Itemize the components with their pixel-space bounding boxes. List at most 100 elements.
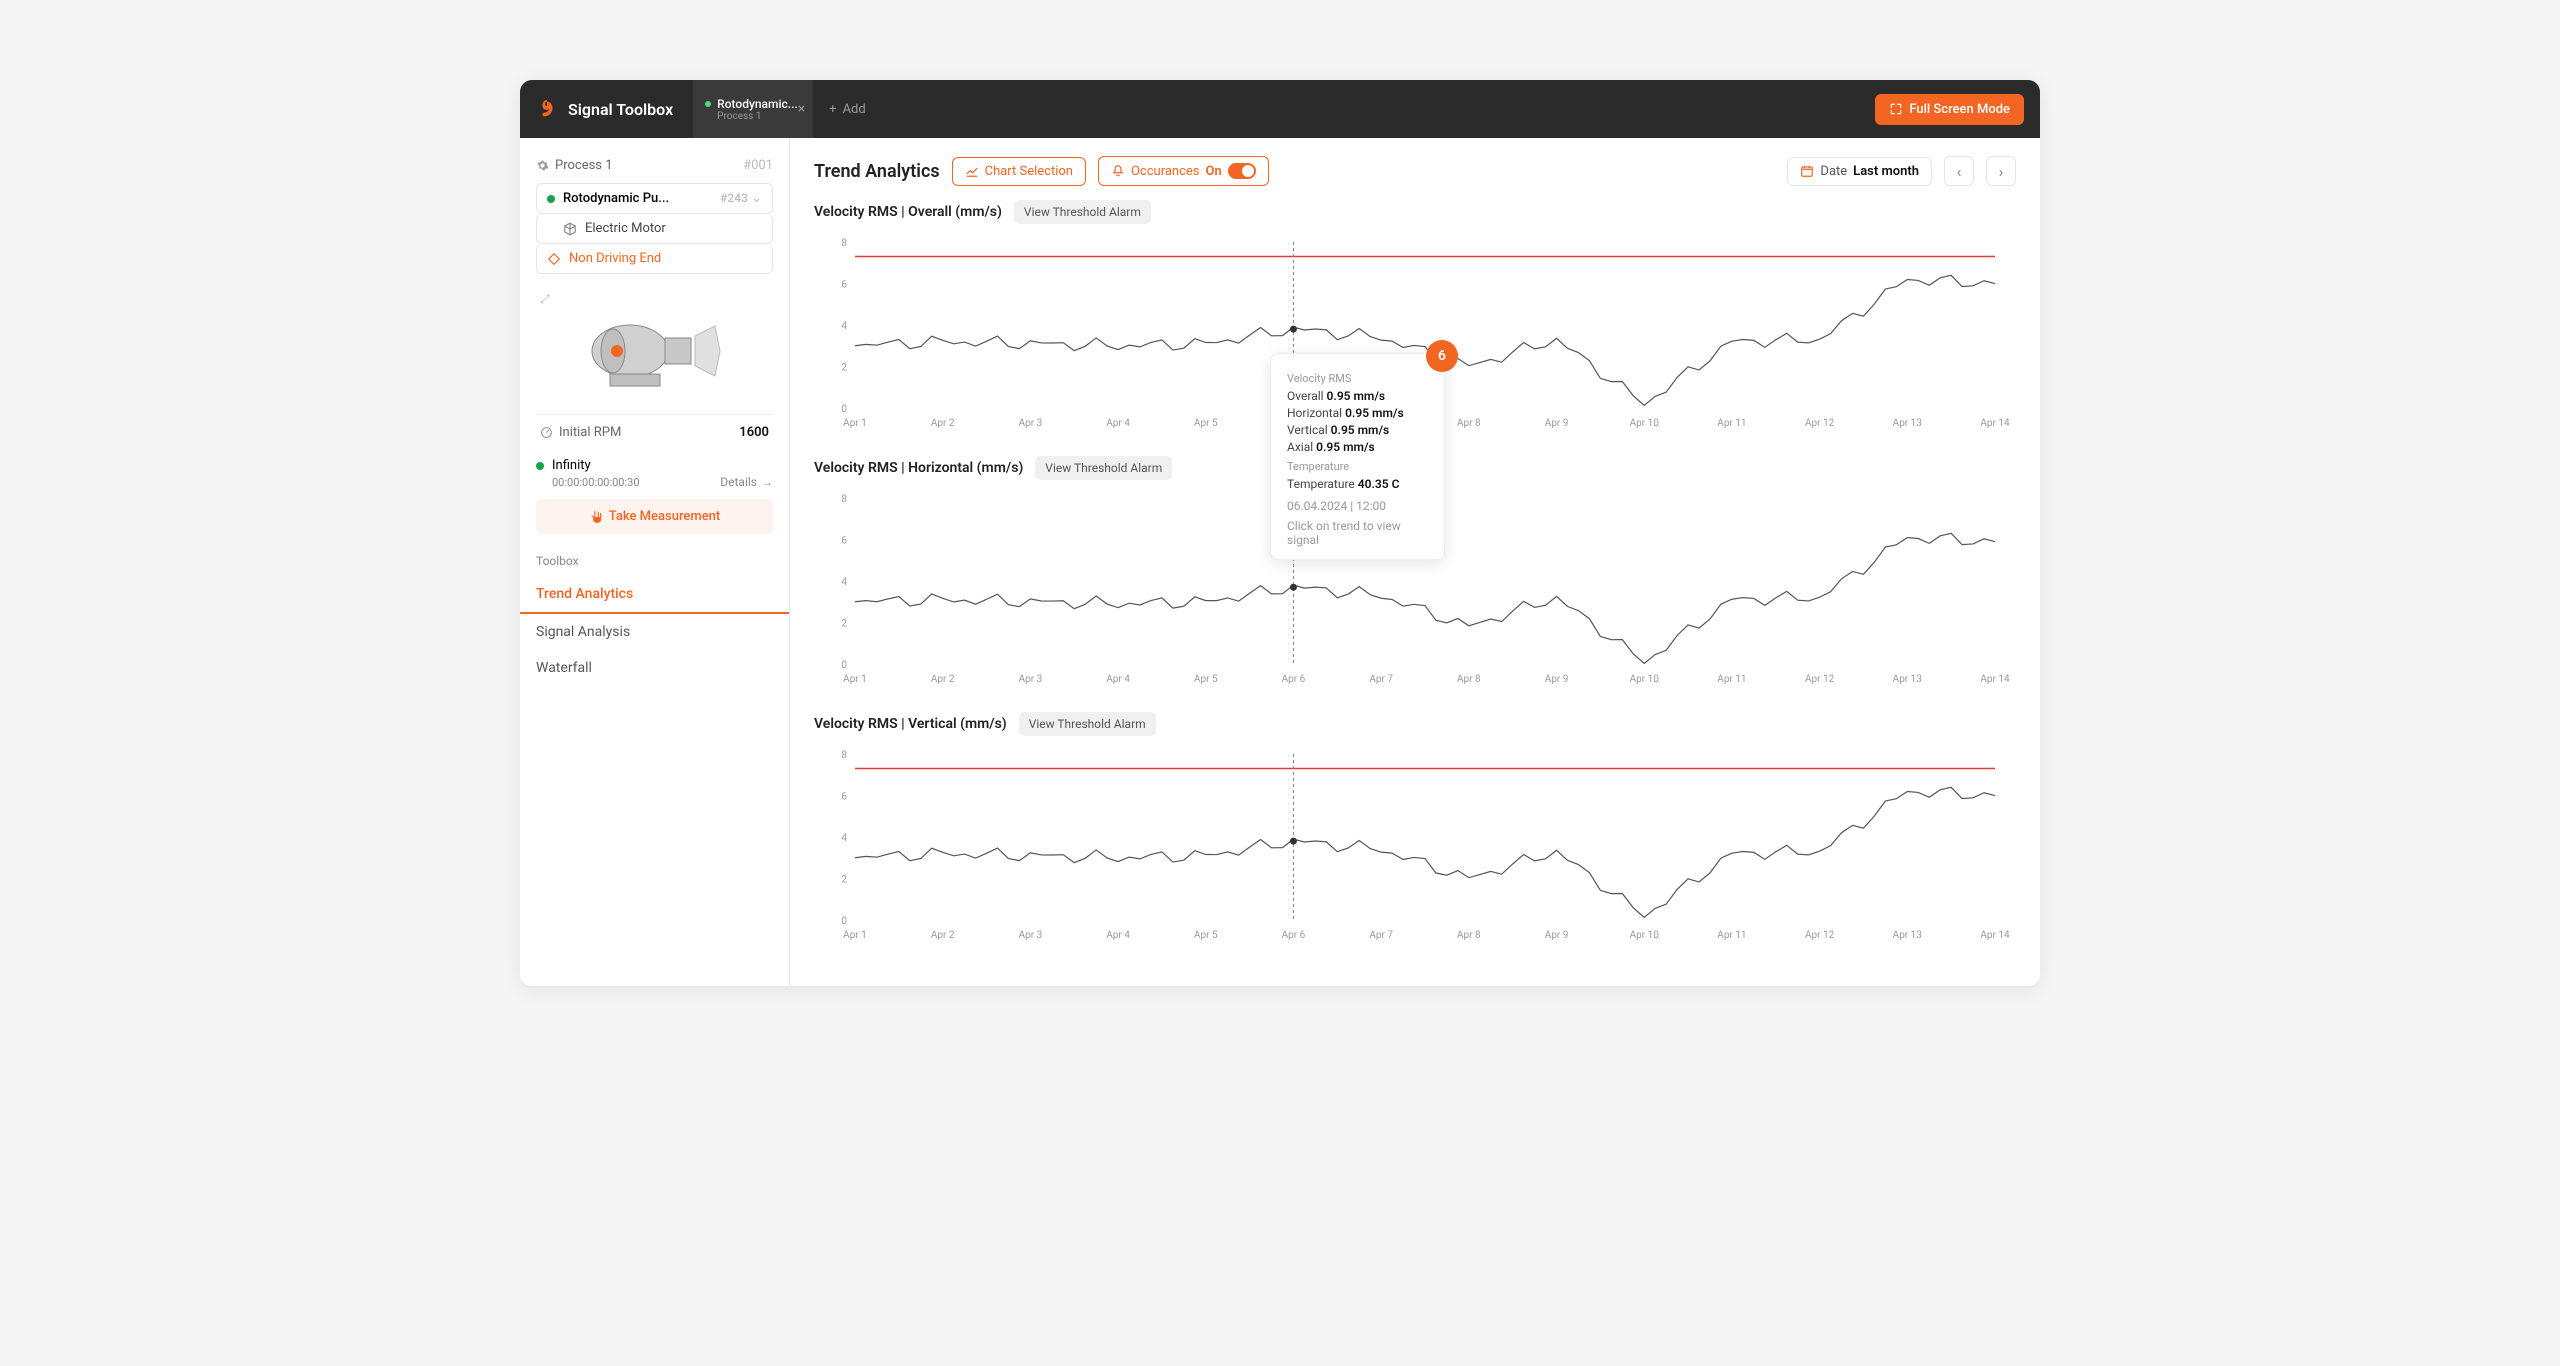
hand-icon [589,510,603,524]
status-dot-icon [705,101,711,107]
svg-text:Apr 5: Apr 5 [1194,674,1218,685]
tooltip-section-label: Velocity RMS [1287,372,1428,385]
fullscreen-label: Full Screen Mode [1909,102,2010,117]
calendar-icon [1800,164,1814,178]
process-id: #001 [743,158,773,173]
svg-text:Apr 7: Apr 7 [1369,930,1393,941]
tab-active[interactable]: Rotodynamic... Process 1 × [693,80,813,138]
page-title: Trend Analytics [814,161,940,182]
chart-selection-button[interactable]: Chart Selection [952,157,1086,186]
svg-text:Apr 3: Apr 3 [1019,930,1043,941]
svg-text:6: 6 [841,792,847,803]
chart-title: Velocity RMS | Vertical (mm/s) [814,716,1007,732]
chart-vertical: Velocity RMS | Vertical (mm/s) View Thre… [814,712,2016,948]
tree-root-id: #243 [720,191,748,205]
svg-text:Apr 9: Apr 9 [1545,674,1569,685]
svg-text:Apr 5: Apr 5 [1194,418,1218,429]
process-header: Process 1 #001 [536,154,773,183]
tree-child-nde[interactable]: Non Driving End [536,244,773,274]
svg-text:Apr 13: Apr 13 [1893,930,1922,941]
date-value: Last month [1853,164,1919,179]
fullscreen-button[interactable]: Full Screen Mode [1875,94,2024,125]
plus-icon: + [829,102,836,117]
view-threshold-button[interactable]: View Threshold Alarm [1019,712,1156,736]
date-prev-button[interactable]: ‹ [1944,156,1974,186]
svg-text:Apr 8: Apr 8 [1457,674,1481,685]
expand-icon[interactable]: ⤢ [540,292,550,307]
svg-text:Apr 4: Apr 4 [1106,930,1130,941]
gear-icon [536,159,549,172]
fullscreen-icon [1889,102,1903,116]
svg-text:Apr 14: Apr 14 [1980,418,2010,429]
app-window: Signal Toolbox Rotodynamic... Process 1 … [520,80,2040,986]
svg-text:Apr 11: Apr 11 [1717,418,1746,429]
svg-text:Apr 9: Apr 9 [1545,930,1569,941]
occurances-toggle[interactable]: Occurances On [1098,156,1269,186]
rpm-label: Initial RPM [559,425,621,440]
svg-text:Apr 8: Apr 8 [1457,930,1481,941]
main-content: Trend Analytics Chart Selection Occuranc… [790,138,2040,986]
svg-text:Apr 6: Apr 6 [1282,674,1306,685]
timecode: 00:00:00:00:00:30 [536,476,640,489]
svg-text:6: 6 [841,536,847,547]
chart-canvas[interactable]: 02468Apr 1Apr 2Apr 3Apr 4Apr 5Apr 6Apr 7… [814,744,2016,944]
svg-text:8: 8 [841,238,847,249]
svg-text:Apr 2: Apr 2 [931,930,955,941]
svg-text:Apr 13: Apr 13 [1893,418,1922,429]
nav-waterfall[interactable]: Waterfall [520,650,789,686]
infinity-label: Infinity [552,458,591,473]
infinity-row: Infinity [536,450,773,475]
tooltip-timestamp: 06.04.2024 | 12:00 [1287,499,1428,513]
view-threshold-button[interactable]: View Threshold Alarm [1035,456,1172,480]
tree-child-motor[interactable]: Electric Motor [536,214,773,244]
diamond-icon [547,252,561,266]
tree-root[interactable]: Rotodynamic Pu... #243 ⌄ [536,183,773,214]
tooltip-hint: Click on trend to view signal [1287,519,1428,547]
svg-text:Apr 4: Apr 4 [1106,674,1130,685]
logo-icon [536,98,558,120]
svg-text:Apr 2: Apr 2 [931,418,955,429]
take-measurement-label: Take Measurement [609,509,720,524]
svg-text:0: 0 [841,660,847,671]
chart-title: Velocity RMS | Overall (mm/s) [814,204,1002,220]
chart-selection-label: Chart Selection [985,164,1073,179]
svg-text:Apr 3: Apr 3 [1019,418,1043,429]
svg-text:Apr 7: Apr 7 [1369,674,1393,685]
main-header: Trend Analytics Chart Selection Occuranc… [814,156,2016,186]
rpm-value: 1600 [739,425,769,440]
svg-text:Apr 3: Apr 3 [1019,674,1043,685]
cube-icon [563,222,577,236]
status-dot-icon [547,195,555,203]
svg-text:Apr 1: Apr 1 [843,674,867,685]
toggle-switch[interactable] [1228,163,1256,179]
tree-child-label: Electric Motor [585,221,666,236]
add-tab-button[interactable]: + Add [813,102,882,117]
process-label: Process 1 [555,158,613,173]
rpm-row: Initial RPM 1600 [536,414,773,450]
app-logo: Signal Toolbox [536,98,693,120]
svg-text:2: 2 [841,619,847,630]
svg-text:Apr 9: Apr 9 [1545,418,1569,429]
close-icon[interactable]: × [798,101,805,117]
view-threshold-button[interactable]: View Threshold Alarm [1014,200,1151,224]
nav-trend-analytics[interactable]: Trend Analytics [520,576,789,614]
occurances-state: On [1206,164,1222,179]
svg-text:Apr 4: Apr 4 [1106,418,1130,429]
svg-text:4: 4 [841,577,847,588]
svg-text:Apr 2: Apr 2 [931,674,955,685]
svg-text:Apr 5: Apr 5 [1194,930,1218,941]
date-picker[interactable]: Date Last month [1787,157,1932,186]
occurance-badge[interactable]: 6 [1426,340,1458,372]
nav-signal-analysis[interactable]: Signal Analysis [520,614,789,650]
svg-text:0: 0 [841,404,847,415]
add-tab-label: Add [843,102,866,117]
svg-text:Apr 14: Apr 14 [1980,674,2010,685]
take-measurement-button[interactable]: Take Measurement [536,499,773,534]
chart-icon [965,164,979,178]
svg-text:8: 8 [841,750,847,761]
svg-text:4: 4 [841,833,847,844]
svg-text:Apr 1: Apr 1 [843,930,867,941]
details-link[interactable]: Details → [720,475,773,489]
date-next-button[interactable]: › [1986,156,2016,186]
sidebar: Process 1 #001 Rotodynamic Pu... #243 ⌄ [520,138,790,986]
